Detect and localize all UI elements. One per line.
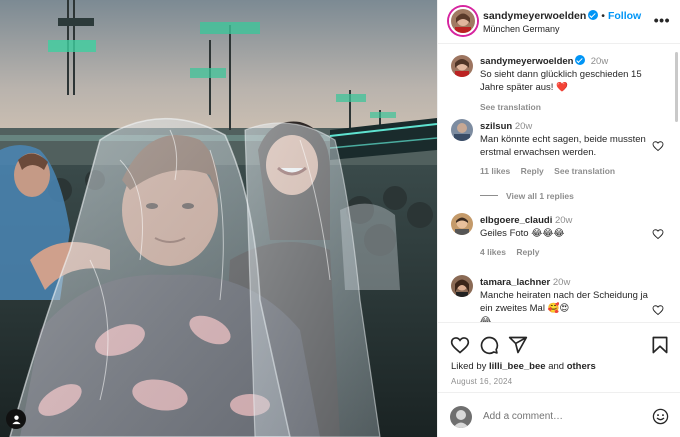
comment-icon[interactable] [479,335,499,355]
caption-body: So sieht dann glücklich geschieden 15 Ja… [480,69,642,93]
see-translation-link[interactable]: See translation [554,166,615,176]
bookmark-icon[interactable] [650,335,670,355]
comment-avatar[interactable] [451,275,473,297]
liked-by-and: and [548,361,565,372]
post-header: sandymeyerwoelden • Follow München Germany… [438,0,680,44]
comment-body: Man könnte echt sagen, beide mussten ers… [480,134,646,158]
caption-time[interactable]: 20w [591,56,608,67]
more-options-icon[interactable]: ••• [654,12,670,28]
comment-avatar-image [451,213,473,235]
post-photo[interactable] [0,0,437,437]
caption-text: sandymeyerwoelden 20w So sieht dann glüc… [480,55,652,94]
comment-time[interactable]: 20w [515,121,532,132]
comment-likes[interactable]: 11 likes [480,166,510,176]
comment-text: elbgoere_claudi 20w Geiles Foto 😂😂😂 [480,214,652,240]
follow-button[interactable]: Follow [608,10,641,22]
reply-button[interactable]: Reply [521,166,544,176]
add-comment-input[interactable] [483,407,633,425]
comment-time[interactable]: 20w [553,277,570,288]
author-username[interactable]: sandymeyerwoelden [483,10,586,22]
heart-icon[interactable] [652,228,664,240]
current-user-avatar [450,406,472,428]
comment-text: tamara_lachner 20w Manche heiraten nach … [480,276,652,322]
verified-badge-icon [575,55,586,65]
author-avatar[interactable] [449,7,477,35]
user-tag-button[interactable] [6,409,26,429]
caption-avatar-image [451,55,473,77]
comment-avatar-image [451,119,473,141]
post-date[interactable]: August 16, 2024 [451,377,512,386]
post-location[interactable]: München Germany [483,24,560,34]
caption-meta: See translation [480,102,549,112]
comment-username[interactable]: szilsun [480,121,512,132]
comment-meta: 4 likes Reply [480,247,548,257]
current-user-avatar-image [450,406,472,428]
comment-username[interactable]: tamara_lachner [480,277,550,288]
emoji-icon[interactable] [652,408,669,425]
liked-by-prefix: Liked by [451,361,487,372]
comment-body: Manche heiraten nach der Scheidung ja ei… [480,290,648,314]
comment-avatar-image [451,275,473,297]
caption-username[interactable]: sandymeyerwoelden [480,56,573,67]
verified-badge-icon [588,10,599,20]
scrollbar-thumb[interactable] [675,52,678,122]
comments-list[interactable]: sandymeyerwoelden 20w So sieht dann glüc… [438,45,680,322]
see-translation-link[interactable]: See translation [480,102,541,112]
liked-by-line: Liked by lilli_bee_bee and others [451,361,596,372]
share-icon[interactable] [508,335,528,355]
liked-by-user[interactable]: lilli_bee_bee [489,361,546,372]
comment-meta: 11 likes Reply See translation [480,166,623,176]
user-tag-icon [11,414,21,424]
comment-time[interactable]: 20w [555,215,572,226]
comment-body: Geiles Foto 😂😂😂 [480,228,565,239]
heart-icon[interactable] [450,335,470,355]
comments-scrollbar[interactable] [675,48,678,316]
comment-likes[interactable]: 4 likes [480,247,506,257]
heart-icon[interactable] [652,140,664,152]
comment-avatar[interactable] [451,213,473,235]
concert-photo-image [0,0,437,437]
author-avatar-image [451,9,475,33]
view-replies-button[interactable]: View all 1 replies [480,191,574,201]
post-side-panel: sandymeyerwoelden • Follow München Germany… [437,0,680,437]
add-comment-bar [438,392,680,437]
comment-avatar[interactable] [451,119,473,141]
caption-avatar[interactable] [451,55,473,77]
comment-text: szilsun 20w Man könnte echt sagen, beide… [480,120,652,159]
comment-username[interactable]: elbgoere_claudi [480,215,552,226]
author-line: sandymeyerwoelden • Follow [483,10,641,22]
heart-icon[interactable] [652,304,664,316]
liked-by-others[interactable]: others [567,361,596,372]
separator-dot: • [601,10,605,22]
reply-button[interactable]: Reply [516,247,539,257]
